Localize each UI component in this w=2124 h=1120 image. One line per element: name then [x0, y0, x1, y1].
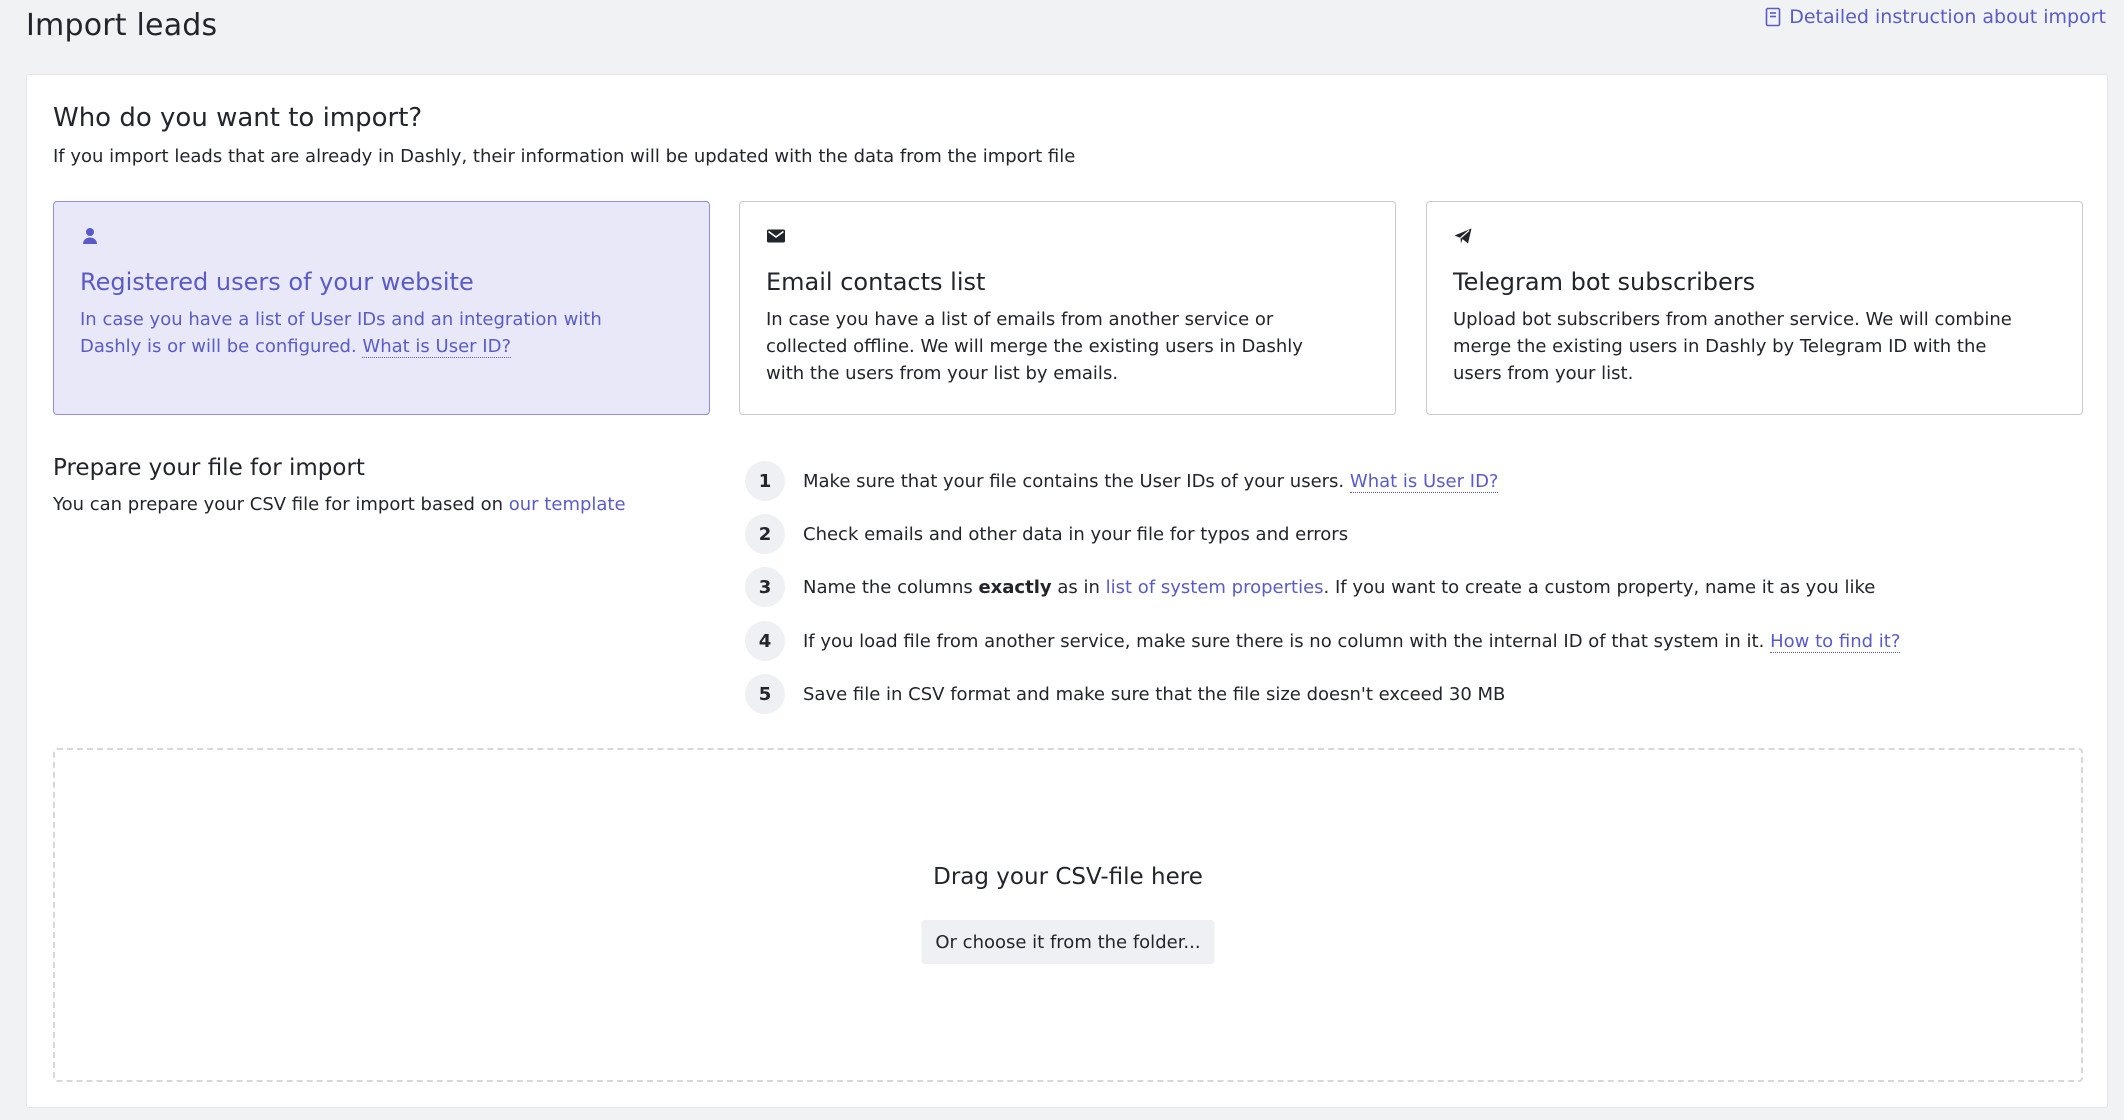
choose-file-button[interactable]: Or choose it from the folder... [921, 920, 1215, 964]
document-icon [1765, 7, 1781, 27]
who-title: Who do you want to import? [53, 103, 423, 133]
step-text-after: . If you want to create a custom propert… [1323, 576, 1876, 598]
option-title: Telegram bot subscribers [1453, 268, 1756, 296]
option-description: Upload bot subscribers from another serv… [1453, 309, 2012, 384]
step-text-mid: as in [1057, 576, 1100, 598]
what-is-user-id-link[interactable]: What is User ID? [1349, 470, 1499, 493]
telegram-icon [1454, 228, 1472, 244]
step-number: 2 [745, 514, 785, 554]
step-text: Make sure that your file contains the Us… [803, 470, 1499, 493]
system-properties-link[interactable]: list of system properties [1106, 577, 1324, 598]
step-number: 3 [745, 567, 785, 607]
step-text: Save file in CSV format and make sure th… [803, 683, 1506, 705]
option-title: Registered users of your website [80, 268, 474, 296]
who-subtitle: If you import leads that are already in … [53, 146, 1076, 167]
step-number: 1 [745, 461, 785, 501]
how-to-find-link[interactable]: How to find it? [1770, 630, 1901, 653]
step-number: 4 [745, 621, 785, 661]
option-telegram-subscribers[interactable]: Telegram bot subscribers Upload bot subs… [1426, 201, 2083, 415]
option-email-contacts[interactable]: Email contacts list In case you have a l… [739, 201, 1396, 415]
page-title: Import leads [26, 8, 218, 43]
step-item: 4 If you load file from another service,… [745, 621, 1901, 661]
prepare-text-body: You can prepare your CSV file for import… [53, 494, 504, 515]
prepare-text: You can prepare your CSV file for import… [53, 494, 626, 515]
user-icon [83, 228, 97, 244]
step-item: 1 Make sure that your file contains the … [745, 461, 1499, 501]
step-text-body: If you load file from another service, m… [803, 630, 1765, 652]
template-link[interactable]: our template [509, 494, 626, 515]
dropzone-title: Drag your CSV-file here [933, 864, 1203, 890]
option-registered-users[interactable]: Registered users of your website In case… [53, 201, 710, 415]
envelope-icon [767, 229, 785, 243]
step-text-body: Make sure that your file contains the Us… [803, 470, 1345, 492]
option-title: Email contacts list [766, 268, 986, 296]
step-text: Check emails and other data in your file… [803, 523, 1349, 545]
page-header: Import leads Detailed instruction about … [26, 0, 2106, 74]
prepare-title: Prepare your file for import [53, 455, 365, 481]
import-card: Who do you want to import? If you import… [26, 74, 2108, 1108]
step-text-before: Name the columns [803, 576, 973, 598]
instruction-link[interactable]: Detailed instruction about import [1765, 6, 2106, 28]
step-number: 5 [745, 674, 785, 714]
step-text-bold: exactly [978, 576, 1052, 598]
step-item: 3 Name the columns exactly as in list of… [745, 567, 1875, 607]
step-item: 5 Save file in CSV format and make sure … [745, 674, 1505, 714]
import-type-options: Registered users of your website In case… [53, 201, 2083, 415]
csv-dropzone[interactable]: Drag your CSV-file here Or choose it fro… [53, 748, 2083, 1082]
step-text: If you load file from another service, m… [803, 630, 1901, 653]
step-item: 2 Check emails and other data in your fi… [745, 514, 1348, 554]
option-description: In case you have a list of User IDs and … [80, 306, 660, 360]
what-is-user-id-link[interactable]: What is User ID? [362, 336, 511, 358]
option-description: In case you have a list of emails from a… [766, 309, 1303, 384]
instruction-link-label: Detailed instruction about import [1789, 6, 2106, 28]
option-desc-text: In case you have a list of User IDs and … [80, 309, 602, 357]
step-text: Name the columns exactly as in list of s… [803, 577, 1875, 598]
